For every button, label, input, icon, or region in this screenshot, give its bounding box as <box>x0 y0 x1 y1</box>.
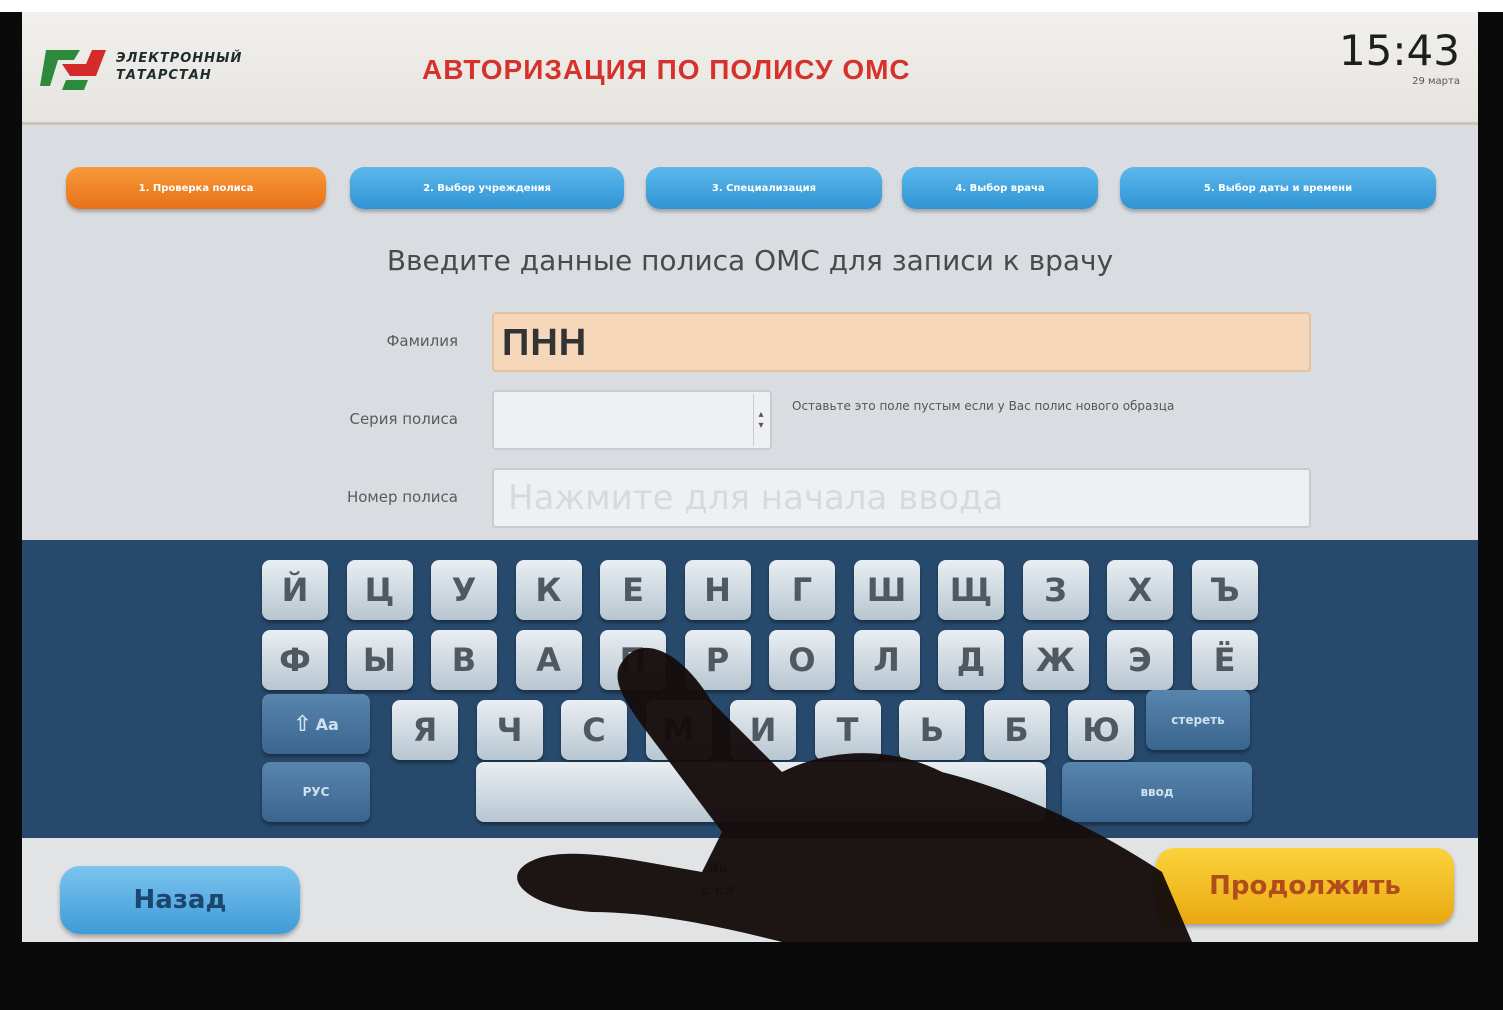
mid-button-line1: Вв <box>708 861 728 877</box>
lang-key[interactable]: РУС <box>262 762 370 822</box>
step-3[interactable]: 3. Специализация <box>646 167 882 209</box>
continue-button[interactable]: Продолжить <box>1156 848 1454 924</box>
key-row3-9[interactable]: Ю <box>1068 700 1134 760</box>
space-key[interactable] <box>476 762 1046 822</box>
key-row3-1[interactable]: Я <box>392 700 458 760</box>
key-row2-7[interactable]: О <box>769 630 835 690</box>
key-row1-2[interactable]: Ц <box>346 560 413 620</box>
clock-date: 29 марта <box>1412 76 1460 87</box>
bezel-bottom <box>0 942 1503 1010</box>
kiosk-screen: ЭЛЕКТРОННЫЙ ТАТАРСТАН АВТОРИЗАЦИЯ ПО ПОЛ… <box>22 12 1478 942</box>
mid-button-line2: с кл <box>701 883 735 899</box>
back-button[interactable]: Назад <box>60 866 300 934</box>
key-row2-10[interactable]: Ж <box>1022 630 1089 690</box>
bezel <box>0 0 1503 12</box>
key-row1-5[interactable]: Е <box>600 560 666 620</box>
onscreen-keyboard: ЙЦУКЕНГШЩЗХЪ ФЫВАПРОЛДЖЭЁ ⇧ Aa стереть Я… <box>22 540 1478 838</box>
enter-key[interactable]: ввод <box>1062 762 1252 822</box>
step-indicator: 1. Проверка полиса 2. Выбор учреждения 3… <box>66 167 1436 213</box>
key-row1-10[interactable]: З <box>1022 560 1089 620</box>
step-5[interactable]: 5. Выбор даты и времени <box>1120 167 1436 209</box>
key-row3-8[interactable]: Б <box>983 700 1050 760</box>
key-row1-9[interactable]: Щ <box>938 560 1004 620</box>
surname-label: Фамилия <box>386 332 458 350</box>
key-row1-12[interactable]: Ъ <box>1191 560 1258 620</box>
step-1[interactable]: 1. Проверка полиса <box>66 167 326 209</box>
key-row3-2[interactable]: Ч <box>476 700 543 760</box>
series-label: Серия полиса <box>349 410 458 428</box>
key-row2-11[interactable]: Э <box>1107 630 1173 690</box>
logo-line2: ТАТАРСТАН <box>116 68 212 83</box>
key-row1-8[interactable]: Ш <box>853 560 920 620</box>
shift-icon: ⇧ <box>293 711 312 737</box>
shift-key-label: Aa <box>315 714 339 734</box>
key-row2-8[interactable]: Л <box>853 630 920 690</box>
key-row3-7[interactable]: Ь <box>899 700 965 760</box>
key-row3-6[interactable]: Т <box>814 700 881 760</box>
logo: ЭЛЕКТРОННЫЙ ТАТАРСТАН <box>40 44 275 94</box>
footer: Назад Вв с кл Продолжить <box>22 838 1478 942</box>
erase-key[interactable]: стереть <box>1146 690 1250 750</box>
number-field[interactable]: Нажмите для начала ввода <box>492 468 1311 528</box>
number-label: Номер полиса <box>346 488 458 506</box>
series-hint: Оставьте это поле пустым если у Вас поли… <box>792 399 1175 413</box>
key-row3-4[interactable]: М <box>645 700 712 760</box>
key-row2-1[interactable]: Ф <box>262 630 328 690</box>
key-row2-12[interactable]: Ё <box>1191 630 1258 690</box>
series-spinner[interactable]: ▴ ▾ <box>753 394 768 446</box>
page-title: АВТОРИЗАЦИЯ ПО ПОЛИСУ ОМС <box>422 54 911 85</box>
key-row2-2[interactable]: Ы <box>346 630 413 690</box>
step-2[interactable]: 2. Выбор учреждения <box>350 167 624 209</box>
keyboard-input-button[interactable]: Вв с кл <box>668 858 768 934</box>
clock: 15:43 29 марта <box>1338 26 1460 88</box>
key-row3-5[interactable]: И <box>730 700 796 760</box>
key-row2-4[interactable]: А <box>515 630 582 690</box>
key-row1-3[interactable]: У <box>431 560 497 620</box>
header: ЭЛЕКТРОННЫЙ ТАТАРСТАН АВТОРИЗАЦИЯ ПО ПОЛ… <box>22 12 1478 125</box>
key-row2-9[interactable]: Д <box>938 630 1004 690</box>
clock-time: 15:43 <box>1338 26 1460 75</box>
key-row1-4[interactable]: К <box>515 560 582 620</box>
series-field[interactable]: ▴ ▾ <box>492 390 772 450</box>
key-row1-11[interactable]: Х <box>1107 560 1173 620</box>
key-row1-7[interactable]: Г <box>769 560 835 620</box>
key-row2-5[interactable]: П <box>600 630 666 690</box>
spinner-up-icon[interactable]: ▴ <box>758 409 763 420</box>
form-prompt: Введите данные полиса ОМС для записи к в… <box>386 244 1114 277</box>
key-row1-1[interactable]: Й <box>262 560 328 620</box>
number-placeholder: Нажмите для начала ввода <box>508 478 1004 518</box>
surname-value: ПНН <box>502 322 588 364</box>
logo-line1: ЭЛЕКТРОННЫЙ <box>116 51 243 66</box>
surname-field[interactable]: ПНН <box>492 312 1311 372</box>
shift-key[interactable]: ⇧ Aa <box>262 694 370 754</box>
spinner-down-icon[interactable]: ▾ <box>758 420 763 431</box>
key-row1-6[interactable]: Н <box>684 560 751 620</box>
step-4[interactable]: 4. Выбор врача <box>902 167 1098 209</box>
key-row2-6[interactable]: Р <box>684 630 751 690</box>
logo-mark-icon <box>40 50 106 90</box>
key-row3-3[interactable]: С <box>561 700 627 760</box>
key-row2-3[interactable]: В <box>431 630 497 690</box>
